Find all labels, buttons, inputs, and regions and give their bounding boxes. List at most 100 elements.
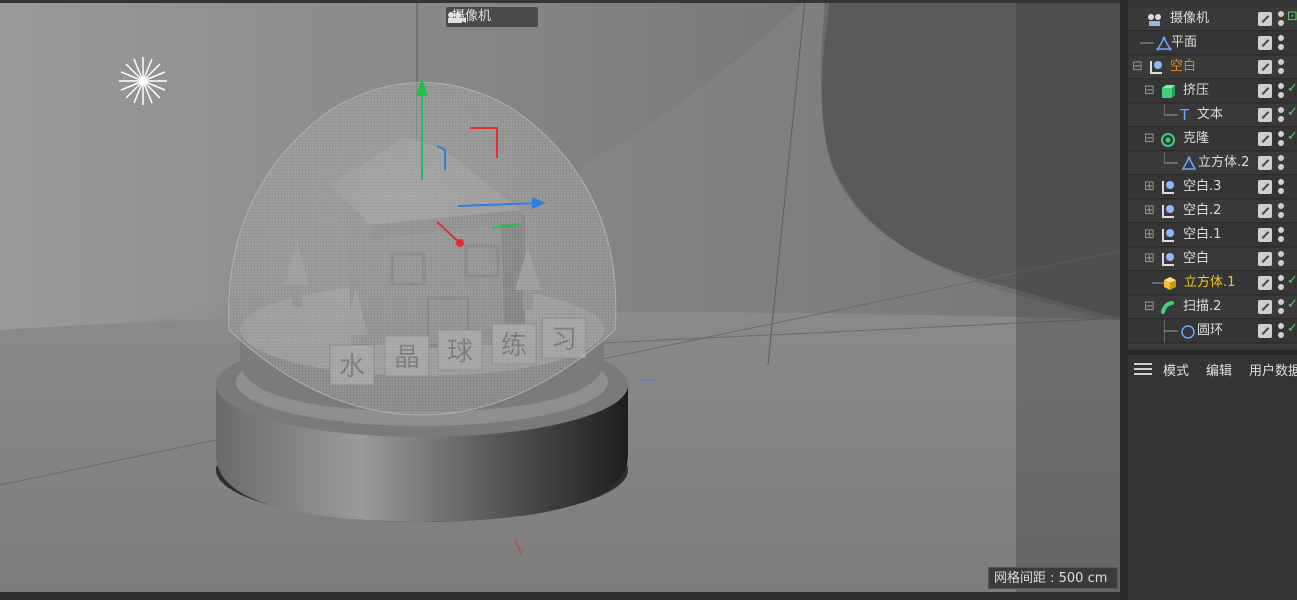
cube-icon — [1164, 277, 1176, 290]
tree-line — [1164, 152, 1178, 164]
object-name: 空白 — [1183, 251, 1210, 266]
extrude-icon — [1162, 85, 1175, 98]
object-name: 空白.3 — [1183, 179, 1222, 194]
enabled-check-icon[interactable]: ✓ — [1287, 273, 1297, 288]
grid-spacing-readout: 网格间距 : 500 cm — [988, 567, 1118, 589]
enabled-check-icon[interactable]: ✓ — [1287, 105, 1297, 120]
visibility-dots[interactable] — [1278, 203, 1284, 220]
circle-spline-icon — [1181, 325, 1195, 339]
light-icon — [119, 57, 167, 105]
visibility-dots[interactable] — [1278, 299, 1284, 316]
edit-toggle[interactable] — [1258, 156, 1272, 170]
visibility-dots[interactable] — [1278, 155, 1284, 172]
edit-toggle[interactable] — [1258, 60, 1272, 74]
null-icon — [1162, 181, 1174, 194]
null-icon — [1150, 61, 1162, 74]
enabled-check-icon[interactable]: ✓ — [1287, 81, 1297, 96]
object-row-null-3[interactable]: ⊞ 空白.3 — [1128, 176, 1297, 199]
object-row-cube-2[interactable]: 立方体.2 — [1128, 152, 1297, 175]
visibility-dots[interactable] — [1278, 59, 1284, 76]
visibility-dots[interactable] — [1278, 35, 1284, 52]
menu-edit[interactable]: 编辑 — [1206, 360, 1232, 379]
expand-toggle-icon[interactable]: ⊞ — [1144, 200, 1155, 222]
panel-divider[interactable] — [1120, 0, 1128, 600]
tree-line — [1140, 42, 1154, 44]
object-name: 立方体.2 — [1198, 155, 1250, 170]
enabled-check-icon[interactable]: ✓ — [1287, 321, 1297, 336]
object-row-circle[interactable]: 圆环 ✓ — [1128, 320, 1297, 343]
visibility-dots[interactable] — [1278, 227, 1284, 244]
edit-toggle[interactable] — [1258, 180, 1272, 194]
collapse-toggle-icon[interactable]: ⊟ — [1144, 80, 1155, 102]
visibility-dots[interactable] — [1278, 131, 1284, 148]
visibility-dots[interactable] — [1278, 323, 1284, 340]
expand-toggle-icon[interactable]: ⊞ — [1144, 248, 1155, 270]
text-icon: T — [1180, 106, 1190, 124]
object-name: 摄像机 — [1170, 11, 1210, 26]
edit-toggle[interactable] — [1258, 276, 1272, 290]
visibility-dots[interactable] — [1278, 251, 1284, 268]
collapse-toggle-icon[interactable]: ⊟ — [1132, 56, 1143, 78]
plane-icon — [1181, 156, 1197, 170]
object-name: 克隆 — [1183, 131, 1210, 146]
3d-viewport[interactable]: 水 晶 球 练 习 摄像机 — [0, 0, 1125, 600]
edit-toggle[interactable] — [1258, 12, 1272, 26]
edit-toggle[interactable] — [1258, 36, 1272, 50]
null-icon — [1162, 253, 1174, 266]
object-name: 空白.1 — [1183, 227, 1222, 242]
hamburger-menu-icon[interactable] — [1134, 363, 1152, 376]
visibility-dots[interactable] — [1278, 275, 1284, 292]
edit-toggle[interactable] — [1258, 324, 1272, 338]
edit-toggle[interactable] — [1258, 204, 1272, 218]
tree-line — [1164, 104, 1178, 116]
expand-toggle-icon[interactable]: ⊞ — [1144, 224, 1155, 246]
object-list[interactable]: 摄像机 ⊡ 平面 ⊟ 空白 ⊟ 挤压 ✓ T 文本 ✓ ⊟ 克隆 ✓ 立方体.2… — [1128, 0, 1297, 350]
collapse-toggle-icon[interactable]: ⊟ — [1144, 296, 1155, 318]
object-row-camera[interactable]: 摄像机 ⊡ — [1128, 8, 1297, 31]
enabled-check-icon[interactable]: ✓ — [1287, 297, 1297, 312]
plane-icon — [1156, 36, 1172, 51]
camera-icon — [1148, 14, 1161, 26]
edit-toggle[interactable] — [1258, 300, 1272, 314]
sweep-icon — [1161, 301, 1174, 314]
object-row-extrude[interactable]: ⊟ 挤压 ✓ — [1128, 80, 1297, 103]
object-name: 空白.2 — [1183, 203, 1222, 218]
object-row-null-2[interactable]: ⊞ 空白.2 — [1128, 200, 1297, 223]
object-row-cube-1[interactable]: 立方体.1 ✓ — [1128, 272, 1297, 295]
object-name: 扫描.2 — [1183, 299, 1222, 314]
expand-toggle-icon[interactable]: ⊞ — [1144, 176, 1155, 198]
object-name: 挤压 — [1183, 83, 1210, 98]
object-row-plane[interactable]: 平面 — [1128, 32, 1297, 55]
menu-mode[interactable]: 模式 — [1163, 360, 1189, 379]
edit-toggle[interactable] — [1258, 132, 1272, 146]
object-name: 圆环 — [1197, 323, 1224, 338]
object-row-null[interactable]: ⊞ 空白 — [1128, 248, 1297, 271]
edit-toggle[interactable] — [1258, 84, 1272, 98]
edit-toggle[interactable] — [1258, 108, 1272, 122]
object-row-null-1[interactable]: ⊞ 空白.1 — [1128, 224, 1297, 247]
enabled-check-icon[interactable]: ✓ — [1287, 129, 1297, 144]
visibility-dots[interactable] — [1278, 11, 1284, 28]
menu-user-data[interactable]: 用户数据 — [1249, 360, 1297, 379]
edit-toggle[interactable] — [1258, 252, 1272, 266]
visibility-dots[interactable] — [1278, 83, 1284, 100]
camera-label[interactable]: 摄像机 — [446, 7, 538, 27]
camera-icon — [448, 12, 466, 23]
object-row-text[interactable]: T 文本 ✓ — [1128, 104, 1297, 127]
object-row-cloner[interactable]: ⊟ 克隆 ✓ — [1128, 128, 1297, 151]
object-name: 平面 — [1171, 35, 1198, 50]
object-row-null-parent[interactable]: ⊟ 空白 — [1128, 56, 1297, 79]
null-icon — [1162, 229, 1174, 242]
object-name-selected: 立方体.1 — [1184, 275, 1236, 290]
visibility-dots[interactable] — [1278, 107, 1284, 124]
edit-toggle[interactable] — [1258, 228, 1272, 242]
collapse-toggle-icon[interactable]: ⊟ — [1144, 128, 1155, 150]
null-icon — [1162, 205, 1174, 218]
object-row-sweep-2[interactable]: ⊟ 扫描.2 ✓ — [1128, 296, 1297, 319]
object-name: 文本 — [1197, 107, 1224, 122]
viewport-scene: 水 晶 球 练 习 — [0, 0, 1125, 600]
viewport-safe-frame-shade — [1016, 0, 1125, 600]
attribute-panel-body — [1128, 383, 1297, 600]
visibility-dots[interactable] — [1278, 179, 1284, 196]
camera-target-icon[interactable]: ⊡ — [1287, 9, 1297, 24]
